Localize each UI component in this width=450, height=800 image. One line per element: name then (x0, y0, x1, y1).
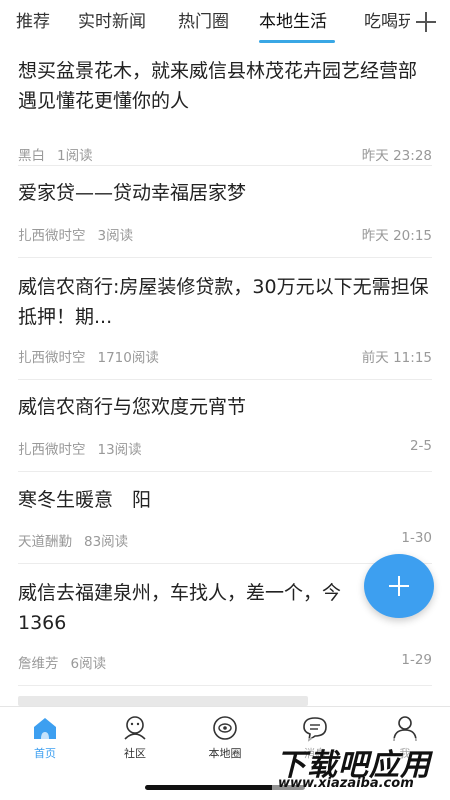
item-time: 1-29 (401, 652, 432, 668)
item-meta: 扎西微时空 3阅读 (18, 224, 133, 244)
item-views: 1710阅读 (97, 350, 159, 366)
item-author: 扎西微时空 (18, 350, 86, 366)
item-title: 爱家贷——贷动幸福居家梦 (18, 182, 247, 204)
item-views: 83阅读 (84, 534, 129, 550)
nav-local-circle[interactable]: 本地圈 (180, 713, 270, 761)
local-circle-icon (213, 716, 237, 740)
item-meta: 扎西微时空 1710阅读 (18, 346, 159, 366)
item-title: 寒冬生暖意 阳 (18, 489, 152, 511)
tab-hot-circle[interactable]: 热门圈 (178, 12, 229, 32)
list-item[interactable]: 威信农商行:房屋装修贷款，30万元以下无需担保抵押！期... 扎西微时空 1710… (18, 258, 432, 380)
add-channel-button[interactable] (414, 10, 438, 34)
nav-home[interactable]: 首页 (0, 713, 90, 761)
watermark-sub-text: www.xiazaiba.com (278, 776, 414, 791)
list-item[interactable]: 寒冬生暖意 阳 天道酬勤 83阅读 1-30 (18, 472, 432, 564)
item-author: 黑白 (18, 148, 45, 164)
item-meta: 天道酬勤 83阅读 (18, 530, 128, 550)
item-time: 前天 11:15 (361, 350, 432, 366)
item-views: 1阅读 (57, 148, 93, 164)
item-title: 想买盆景花木，就来威信县林茂花卉园艺经营部遇见懂花更懂你的人 (18, 60, 418, 112)
list-item[interactable]: 想买盆景花木，就来威信县林茂花卉园艺经营部遇见懂花更懂你的人 黑白 1阅读 昨天 … (18, 56, 432, 166)
item-meta: 詹维芳 6阅读 (18, 652, 106, 672)
tab-live-news[interactable]: 实时新闻 (78, 12, 146, 32)
item-time: 2-5 (409, 438, 432, 454)
nav-local-circle-label: 本地圈 (208, 747, 242, 760)
active-tab-indicator (259, 40, 335, 43)
compose-fab-button[interactable] (364, 554, 434, 618)
item-views: 13阅读 (97, 442, 142, 458)
list-item[interactable]: 威信农商行与您欢度元宵节 扎西微时空 13阅读 2-5 (18, 380, 432, 472)
partial-next-item (18, 692, 308, 706)
tab-food-fun[interactable]: 吃喝玩 (364, 12, 410, 32)
watermark-logo: 下载吧应用 www.xiazaiba.com (272, 738, 448, 794)
nav-home-label: 首页 (34, 747, 56, 760)
list-item[interactable]: 爱家贷——贷动幸福居家梦 扎西微时空 3阅读 昨天 20:15 (18, 166, 432, 258)
tab-recommend[interactable]: 推荐 (16, 12, 50, 32)
tab-list: 推荐 实时新闻 热门圈 本地生活 吃喝玩 (0, 0, 410, 44)
item-time: 昨天 20:15 (361, 228, 432, 244)
item-time: 昨天 23:28 (361, 148, 432, 164)
nav-community[interactable]: 社区 (90, 713, 180, 761)
top-tab-bar: 推荐 实时新闻 热门圈 本地生活 吃喝玩 (0, 0, 450, 44)
item-author: 扎西微时空 (18, 228, 86, 244)
item-author: 詹维芳 (18, 656, 59, 672)
tab-local-life[interactable]: 本地生活 (259, 12, 327, 32)
item-meta: 黑白 1阅读 (18, 144, 93, 164)
item-views: 3阅读 (97, 228, 134, 244)
item-title: 威信农商行:房屋装修贷款，30万元以下无需担保抵押！期... (18, 276, 429, 328)
item-meta: 扎西微时空 13阅读 (18, 438, 142, 458)
community-icon (124, 716, 146, 740)
home-icon (34, 718, 56, 739)
nav-community-label: 社区 (124, 747, 146, 760)
item-author: 天道酬勤 (18, 534, 72, 550)
item-title: 威信农商行与您欢度元宵节 (18, 396, 247, 418)
item-views: 6阅读 (70, 656, 107, 672)
item-author: 扎西微时空 (18, 442, 86, 458)
item-time: 1-30 (401, 530, 432, 546)
